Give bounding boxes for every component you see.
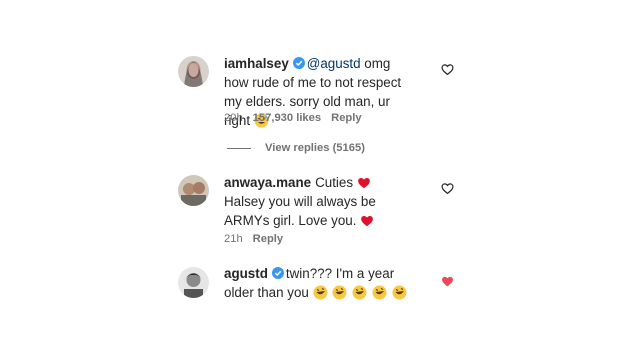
avatar[interactable] (178, 56, 209, 87)
verified-badge-icon (292, 55, 305, 69)
username[interactable]: anwaya.mane (224, 175, 311, 190)
rolling-on-floor-laughing-emoji-icon (352, 285, 367, 300)
rolling-on-floor-laughing-emoji-icon (332, 285, 347, 300)
mention-link[interactable]: @agustd (307, 56, 361, 71)
verified-badge-icon (271, 265, 284, 279)
timestamp: 20h (224, 112, 243, 124)
username[interactable]: iamhalsey (224, 56, 289, 71)
comment-body-end: Halsey you will always be ARMYs girl. Lo… (224, 194, 376, 228)
comment-meta: 21h Reply (224, 233, 293, 245)
comment-text: anwaya.mane Cuties Halsey you will always… (224, 173, 414, 230)
reply-button[interactable]: Reply (331, 112, 361, 124)
red-heart-emoji-icon (357, 176, 372, 191)
view-replies-label[interactable]: View replies (5165) (265, 142, 365, 154)
timestamp: 21h (224, 233, 243, 245)
like-count[interactable]: 157,930 likes (253, 112, 321, 124)
rolling-on-floor-laughing-emoji-icon (392, 285, 407, 300)
comment-meta: 20h 157,930 likes Reply (224, 112, 372, 124)
divider-line (227, 147, 251, 149)
rolling-on-floor-laughing-emoji-icon (372, 285, 387, 300)
avatar[interactable] (178, 267, 209, 298)
comment-body-start: Cuties (315, 175, 354, 190)
like-heart-icon[interactable] (441, 63, 454, 76)
like-heart-icon[interactable] (441, 182, 454, 195)
rolling-on-floor-laughing-emoji-icon (313, 285, 328, 300)
view-replies-button[interactable]: View replies (5165) (227, 142, 365, 154)
like-heart-icon[interactable] (441, 275, 454, 288)
laughing-emoji-row (313, 285, 408, 300)
avatar[interactable] (178, 175, 209, 206)
reply-button[interactable]: Reply (253, 233, 283, 245)
red-heart-emoji-icon (360, 214, 375, 229)
username[interactable]: agustd (224, 266, 268, 281)
comment-text: agustd twin??? I'm a year older than you (224, 264, 414, 302)
